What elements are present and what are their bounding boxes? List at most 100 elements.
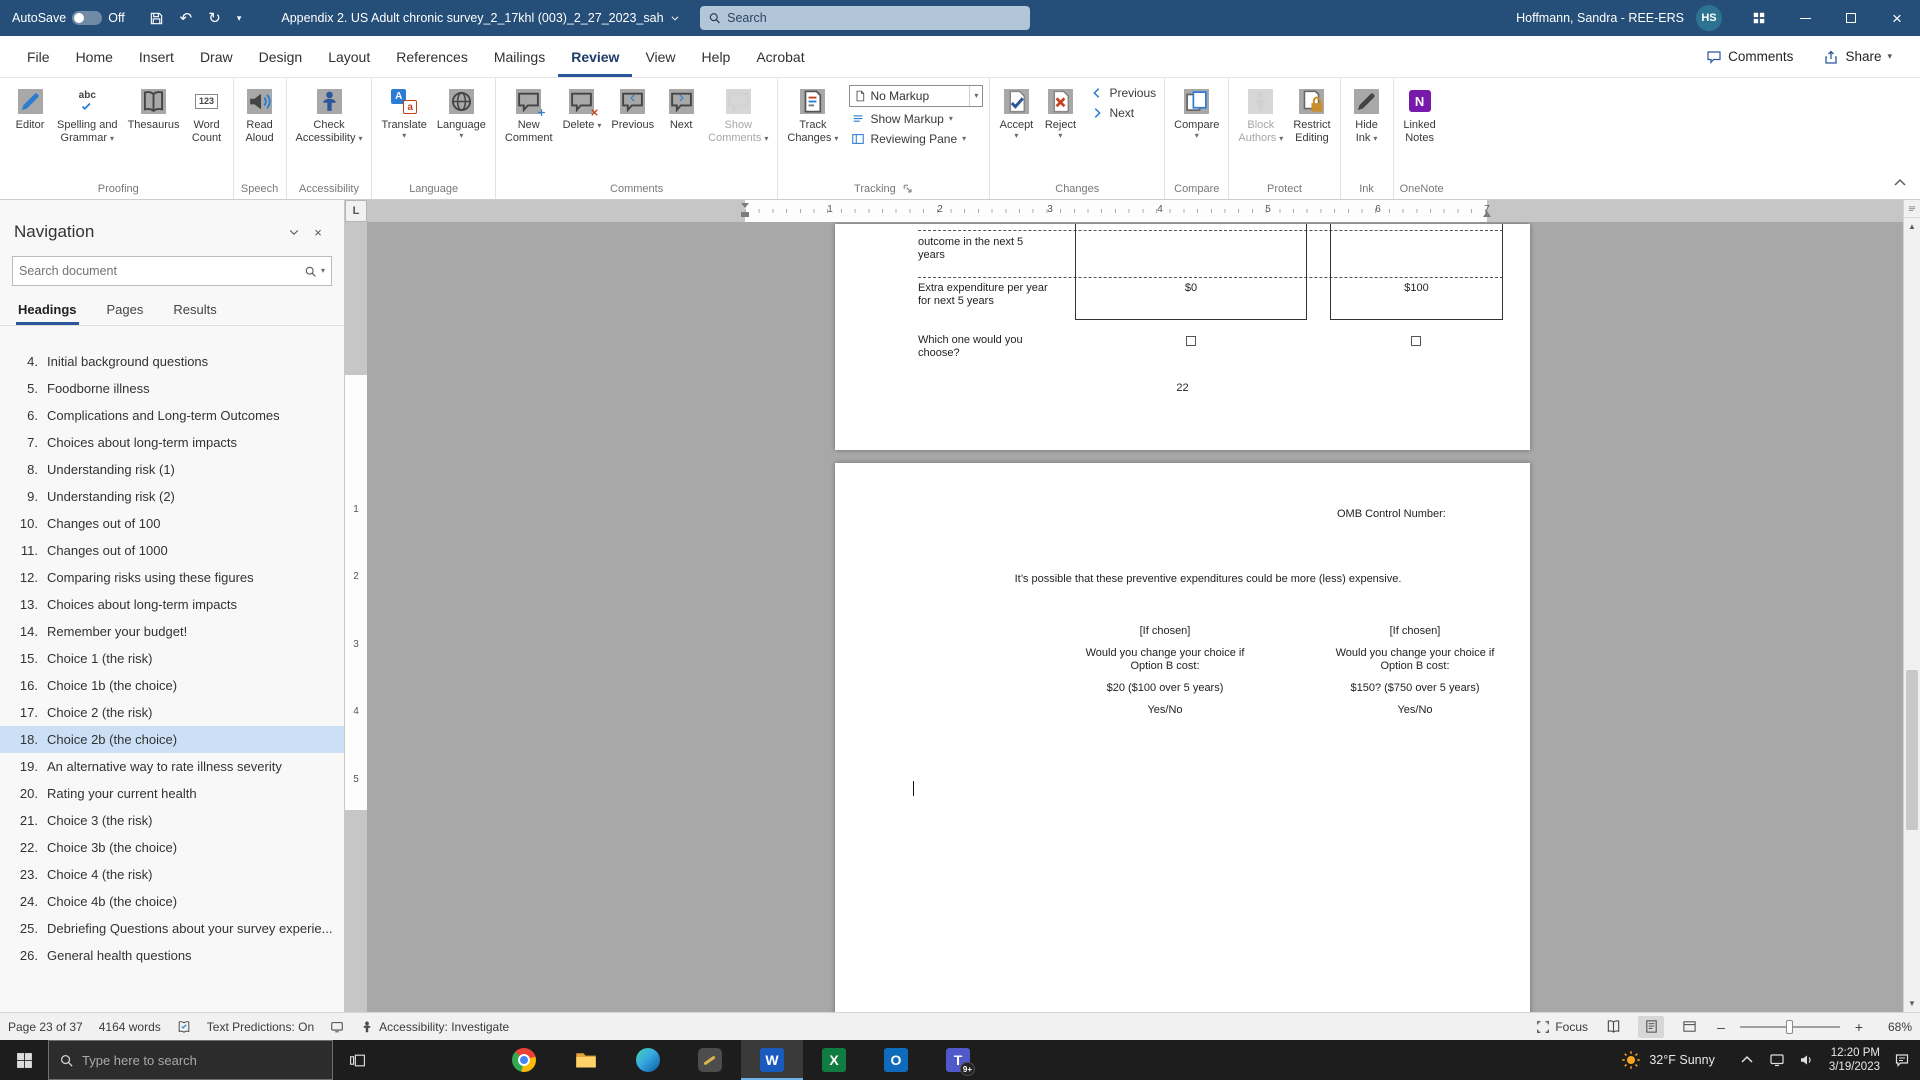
close-button[interactable]: × (1874, 0, 1920, 36)
reviewing-pane-button[interactable]: Reviewing Pane ▾ (849, 131, 983, 147)
search-icon[interactable] (304, 265, 317, 278)
navigation-tab[interactable]: Results (171, 296, 218, 325)
navigation-heading-item[interactable]: 11. Changes out of 1000 (0, 537, 344, 564)
save-button[interactable] (149, 11, 164, 26)
read-aloud-button[interactable]: Read Aloud (238, 81, 282, 147)
navigation-heading-item[interactable]: 15. Choice 1 (the risk) (0, 645, 344, 672)
navigation-heading-item[interactable]: 20. Rating your current health (0, 780, 344, 807)
menu-tab[interactable]: Mailings (481, 36, 558, 77)
accept-button[interactable]: Accept ▾ (994, 81, 1038, 142)
weather-widget[interactable]: 32°F Sunny (1611, 1050, 1724, 1070)
right-indent-marker[interactable] (1483, 211, 1491, 217)
teams-taskbar-icon[interactable]: T 9+ (927, 1040, 989, 1080)
titlebar-search-box[interactable] (700, 6, 1030, 30)
menu-tab[interactable]: File (14, 36, 63, 77)
linked-notes-button[interactable]: N Linked Notes (1398, 81, 1442, 147)
menu-tab[interactable]: Review (558, 36, 632, 77)
word-count-indicator[interactable]: 4164 words (99, 1020, 161, 1034)
navigation-heading-item[interactable]: 17. Choice 2 (the risk) (0, 699, 344, 726)
zoom-in-button[interactable]: + (1852, 1019, 1866, 1035)
delete-comment-button[interactable]: Delete▾ (558, 81, 607, 134)
navigation-heading-item[interactable]: 6. Complications and Long-term Outcomes (0, 402, 344, 429)
restrict-editing-button[interactable]: Restrict Editing (1288, 81, 1335, 147)
navigation-heading-item[interactable]: 25. Debriefing Questions about your surv… (0, 915, 344, 942)
tab-stop-selector[interactable]: L (345, 200, 367, 222)
navigation-heading-item[interactable]: 7. Choices about long-term impacts (0, 429, 344, 456)
document-canvas[interactable]: outcome in the next 5 years Extra expend… (367, 222, 1903, 1012)
navigation-heading-item[interactable]: 14. Remember your budget! (0, 618, 344, 645)
autosave-switch-icon[interactable] (72, 11, 102, 25)
scroll-up-arrow[interactable]: ▲ (1904, 218, 1920, 235)
menu-tab[interactable]: View (632, 36, 688, 77)
volume-icon[interactable] (1799, 1052, 1815, 1068)
translate-button[interactable]: Aa Translate ▾ (376, 81, 431, 142)
edge-taskbar-icon[interactable] (617, 1040, 679, 1080)
track-changes-button[interactable]: Track Changes▾ (782, 81, 843, 147)
editor-button[interactable]: Editor (8, 81, 52, 134)
zoom-slider[interactable] (1740, 1017, 1840, 1037)
reject-button[interactable]: Reject ▾ (1038, 81, 1082, 142)
ribbon-display-options-button[interactable] (1736, 0, 1782, 36)
previous-comment-button[interactable]: Previous (606, 81, 659, 134)
device-status-icon[interactable] (330, 1020, 344, 1034)
navigation-heading-item[interactable]: 22. Choice 3b (the choice) (0, 834, 344, 861)
titlebar-search-input[interactable] (727, 11, 1022, 25)
navigation-search-box[interactable]: ▾ (12, 256, 332, 286)
next-change-button[interactable]: Next (1088, 105, 1158, 121)
autosave-toggle[interactable]: AutoSave Off (12, 11, 125, 25)
redo-button[interactable]: ↻ (208, 11, 221, 26)
option-a-checkbox[interactable] (1186, 336, 1196, 346)
minimize-button[interactable] (1782, 0, 1828, 36)
next-comment-button[interactable]: Next (659, 81, 703, 134)
focus-button[interactable]: Focus (1536, 1020, 1588, 1034)
customize-qat-button[interactable]: ▾ (237, 14, 242, 23)
image-editor-taskbar-icon[interactable] (679, 1040, 741, 1080)
scrollbar-thumb[interactable] (1906, 670, 1918, 830)
check-accessibility-button[interactable]: Check Accessibility▾ (291, 81, 368, 147)
navigation-heading-item[interactable]: 12. Comparing risks using these figures (0, 564, 344, 591)
tracking-dialog-launcher[interactable] (902, 183, 914, 195)
navigation-heading-item[interactable]: 5. Foodborne illness (0, 375, 344, 402)
network-icon[interactable] (1769, 1052, 1785, 1068)
share-button[interactable]: Share ▾ (1813, 44, 1902, 70)
navigation-heading-item[interactable]: 19. An alternative way to rate illness s… (0, 753, 344, 780)
show-markup-button[interactable]: Show Markup ▾ (849, 111, 983, 127)
accessibility-indicator[interactable]: Accessibility: Investigate (360, 1020, 509, 1034)
web-layout-button[interactable] (1676, 1016, 1702, 1038)
clock[interactable]: 12:20 PM 3/19/2023 (1829, 1046, 1880, 1074)
menu-tab[interactable]: Layout (315, 36, 383, 77)
menu-tab[interactable]: Home (63, 36, 126, 77)
word-taskbar-icon[interactable]: W (741, 1040, 803, 1080)
taskbar-search-input[interactable] (82, 1053, 322, 1068)
excel-taskbar-icon[interactable]: X (803, 1040, 865, 1080)
zoom-level[interactable]: 68% (1878, 1020, 1912, 1034)
navigation-heading-item[interactable]: 18. Choice 2b (the choice) (0, 726, 344, 753)
vertical-scrollbar[interactable]: ▲ ▼ (1903, 200, 1920, 1012)
scroll-down-arrow[interactable]: ▼ (1904, 995, 1920, 1012)
show-hidden-icons-chevron[interactable] (1739, 1052, 1755, 1068)
file-explorer-taskbar-icon[interactable] (555, 1040, 617, 1080)
previous-change-button[interactable]: Previous (1088, 85, 1158, 101)
menu-tab[interactable]: Help (689, 36, 744, 77)
read-mode-button[interactable] (1600, 1016, 1626, 1038)
start-button[interactable] (0, 1040, 48, 1080)
navigation-heading-item[interactable]: 24. Choice 4b (the choice) (0, 888, 344, 915)
navigation-close-icon[interactable]: × (306, 220, 330, 244)
avatar[interactable]: HS (1696, 5, 1722, 31)
spelling-grammar-button[interactable]: abc Spelling and Grammar▾ (52, 81, 123, 147)
navigation-heading-item[interactable]: 10. Changes out of 100 (0, 510, 344, 537)
word-count-button[interactable]: 123 Word Count (185, 81, 229, 147)
page-indicator[interactable]: Page 23 of 37 (8, 1020, 83, 1034)
compare-button[interactable]: Compare ▾ (1169, 81, 1224, 142)
menu-tab[interactable]: Draw (187, 36, 246, 77)
new-comment-button[interactable]: New Comment (500, 81, 558, 147)
menu-tab[interactable]: Acrobat (743, 36, 817, 77)
navigation-tab[interactable]: Pages (105, 296, 146, 325)
taskbar-search-box[interactable] (48, 1040, 333, 1080)
task-view-button[interactable] (333, 1040, 381, 1080)
navigation-heading-item[interactable]: 13. Choices about long-term impacts (0, 591, 344, 618)
language-button[interactable]: Language ▾ (432, 81, 491, 142)
comments-button[interactable]: Comments (1696, 44, 1803, 70)
chrome-taskbar-icon[interactable] (493, 1040, 555, 1080)
user-name[interactable]: Hoffmann, Sandra - REE-ERS (1516, 11, 1684, 25)
